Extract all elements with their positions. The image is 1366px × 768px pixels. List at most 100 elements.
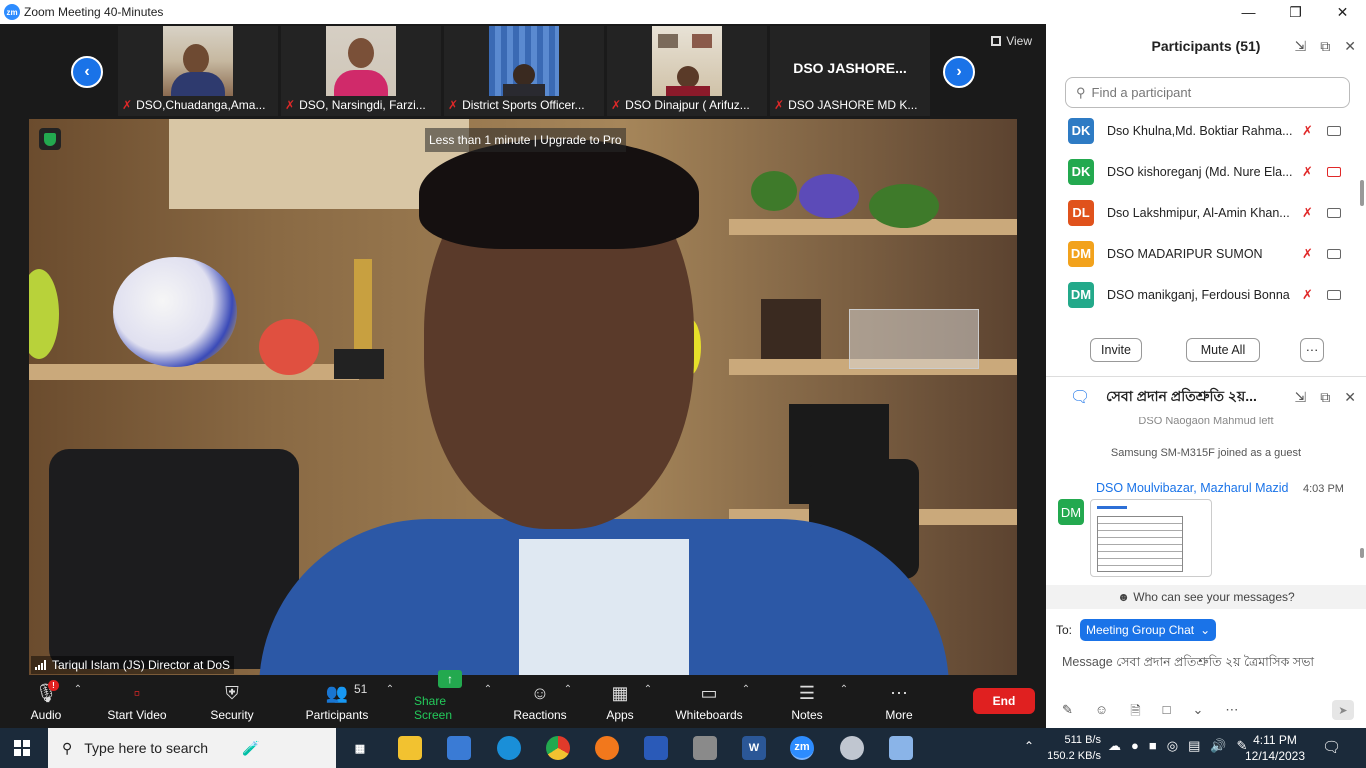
notes-options-caret[interactable]: ⌃ xyxy=(836,676,852,728)
thumbnail-tile[interactable]: ✗ DSO, Narsingdi, Farzi... xyxy=(281,26,441,116)
chevron-down-icon[interactable]: ⌄ xyxy=(1193,702,1204,724)
notification-icon[interactable]: 🗨 xyxy=(1322,738,1341,756)
user-icon[interactable]: ● xyxy=(1131,738,1139,754)
clock[interactable]: 4:11 PM 12/14/2023 xyxy=(1242,732,1308,764)
participant-list-scrollbar[interactable] xyxy=(1360,180,1364,206)
thumbnail-tile[interactable]: DSO JASHORE... ✗ DSO JASHORE MD K... xyxy=(770,26,930,116)
collapse-icon[interactable]: ⇲ xyxy=(1295,38,1307,55)
restore-button[interactable]: ❐ xyxy=(1272,0,1319,24)
title-bar: zm Zoom Meeting 40-Minutes — ❐ ✕ xyxy=(0,0,1366,24)
participant-row[interactable]: DM DSO MADARIPUR SUMON ✗ xyxy=(1046,233,1366,274)
thumbnail-name: ✗ District Sports Officer... xyxy=(448,98,585,112)
camera-off-icon[interactable] xyxy=(1327,166,1341,177)
chrome-browser-icon[interactable] xyxy=(546,736,570,760)
participants-more-button[interactable]: ··· xyxy=(1300,338,1324,362)
who-can-see-link[interactable]: ☻ Who can see your messages? xyxy=(1046,585,1366,609)
message-sender[interactable]: DSO Moulvibazar, Mazharul Mazid xyxy=(1096,481,1288,495)
message-input[interactable]: Message সেবা প্রদান প্রতিশ্রুতি ২য় ত্রৈ… xyxy=(1062,654,1352,674)
word-icon[interactable]: W xyxy=(742,736,766,760)
mic-muted-icon[interactable]: ✗ xyxy=(1302,246,1313,262)
thumbnail-tile[interactable]: ✗ District Sports Officer... xyxy=(444,26,604,116)
view-button[interactable]: View xyxy=(991,34,1032,48)
camera-icon[interactable] xyxy=(1327,289,1341,300)
audio-button[interactable]: 🎙 ! Audio xyxy=(26,676,66,728)
chat-scrollbar[interactable] xyxy=(1360,548,1364,558)
calculator-icon[interactable] xyxy=(693,736,717,760)
mute-all-button[interactable]: Mute All xyxy=(1186,338,1260,362)
start-video-button[interactable]: ▫ Start Video xyxy=(104,676,170,728)
participant-row[interactable]: DK Dso Khulna,Md. Boktiar Rahma... ✗ xyxy=(1046,110,1366,151)
share-options-caret[interactable]: ⌃ xyxy=(480,676,496,728)
minimize-button[interactable]: — xyxy=(1225,0,1272,24)
firefox-browser-icon[interactable] xyxy=(595,736,619,760)
participants-button[interactable]: 👥 51 Participants xyxy=(304,676,370,728)
camera-icon[interactable] xyxy=(1327,207,1341,218)
thumbnail-tile[interactable]: ✗ DSO,Chuadanga,Ama... xyxy=(118,26,278,116)
camera-icon[interactable] xyxy=(1327,248,1341,259)
edge-browser-icon[interactable] xyxy=(497,736,521,760)
chevron-up-icon[interactable]: ⌃ xyxy=(1024,739,1034,753)
screenshot-icon[interactable]: □ xyxy=(1163,702,1171,724)
participant-row[interactable]: DK DSO kishoreganj (Md. Nure Ela... ✗ xyxy=(1046,151,1366,192)
pdf-icon[interactable]: ■ xyxy=(1149,738,1157,754)
file-icon[interactable]: 🗎 xyxy=(1130,702,1140,724)
thumbnail-tile[interactable]: ✗ DSO Dinajpur ( Arifuz... xyxy=(607,26,767,116)
collapse-icon[interactable]: ⇲ xyxy=(1295,389,1307,406)
participants-options-caret[interactable]: ⌃ xyxy=(382,676,398,728)
mic-muted-icon[interactable]: ✗ xyxy=(1302,123,1313,139)
security-button[interactable]: ⛨ Security xyxy=(206,676,258,728)
invite-button[interactable]: Invite xyxy=(1090,338,1142,362)
reader-app-icon[interactable] xyxy=(644,736,668,760)
security-shield-icon[interactable] xyxy=(39,128,61,150)
mic-muted-icon[interactable]: ✗ xyxy=(1302,205,1313,221)
volume-icon[interactable]: 🔊 xyxy=(1210,738,1226,754)
whiteboards-options-caret[interactable]: ⌃ xyxy=(738,676,754,728)
thumbnail-strip: ‹ ✗ DSO,Chuadanga,Ama... ✗ DSO, Narsingdi,… xyxy=(0,24,1046,118)
taskbar-search-input[interactable]: ⚲ Type here to search 🧪 xyxy=(48,728,336,768)
audio-options-caret[interactable]: ⌃ xyxy=(70,676,86,728)
camera-icon[interactable] xyxy=(1327,125,1341,136)
more-button[interactable]: ⋯ More xyxy=(880,676,918,728)
pop-out-icon[interactable]: ⧉ xyxy=(1320,389,1330,406)
reactions-options-caret[interactable]: ⌃ xyxy=(560,676,576,728)
recipient-select[interactable]: Meeting Group Chat ⌄ xyxy=(1080,619,1217,641)
apps-button[interactable]: ▦ Apps xyxy=(603,676,637,728)
participants-icon: 👥 xyxy=(325,683,349,703)
task-view-icon[interactable]: ▦ xyxy=(348,736,372,760)
active-speaker-video[interactable] xyxy=(29,119,1017,675)
send-button[interactable]: ➤ xyxy=(1332,700,1354,720)
image-attachment[interactable] xyxy=(1090,499,1212,577)
network-icon[interactable]: ▤ xyxy=(1188,738,1200,754)
participant-row[interactable]: DM DSO manikganj, Ferdousi Bonna ✗ xyxy=(1046,274,1366,315)
mic-muted-icon[interactable]: ✗ xyxy=(1302,287,1313,303)
close-window-button[interactable]: ✕ xyxy=(1319,0,1366,24)
notes-button[interactable]: ☰ Notes xyxy=(788,676,826,728)
prev-page-button[interactable]: ‹ xyxy=(71,56,103,88)
snipping-tool-icon[interactable] xyxy=(889,736,913,760)
time-limit-banner[interactable]: Less than 1 minute | Upgrade to Pro xyxy=(425,128,626,152)
share-screen-button[interactable]: ↑ Share Screen xyxy=(414,670,486,728)
plant-icon xyxy=(869,184,939,228)
chevron-up-icon: ⌃ xyxy=(643,684,653,695)
microsoft-store-icon[interactable] xyxy=(447,736,471,760)
whiteboards-button[interactable]: ▭ Whiteboards xyxy=(672,676,746,728)
next-page-button[interactable]: › xyxy=(943,56,975,88)
participant-search-input[interactable]: ⚲ Find a participant xyxy=(1065,77,1350,108)
end-meeting-button[interactable]: End xyxy=(973,688,1035,714)
apps-options-caret[interactable]: ⌃ xyxy=(640,676,656,728)
mic-muted-icon[interactable]: ✗ xyxy=(1302,164,1313,180)
close-icon[interactable]: ✕ xyxy=(1344,38,1356,55)
camera-tray-icon[interactable]: ◎ xyxy=(1167,738,1178,754)
more-dots-icon[interactable]: ⋯ xyxy=(1225,702,1238,724)
zoom-taskbar-icon[interactable]: zm xyxy=(790,736,814,760)
pop-out-icon[interactable]: ⧉ xyxy=(1320,38,1330,55)
paint-app-icon[interactable] xyxy=(840,736,864,760)
emoji-icon[interactable]: ☺ xyxy=(1095,702,1108,724)
participant-row[interactable]: DL Dso Lakshmipur, Al-Amin Khan... ✗ xyxy=(1046,192,1366,233)
cloud-icon[interactable]: ☁ xyxy=(1108,738,1121,754)
close-icon[interactable]: ✕ xyxy=(1344,389,1356,406)
participants-header: Participants (51) ⇲ ⧉ ✕ xyxy=(1046,24,1366,68)
file-explorer-icon[interactable] xyxy=(398,736,422,760)
format-icon[interactable]: ✎ xyxy=(1062,702,1073,724)
windows-start-icon[interactable] xyxy=(14,740,30,756)
